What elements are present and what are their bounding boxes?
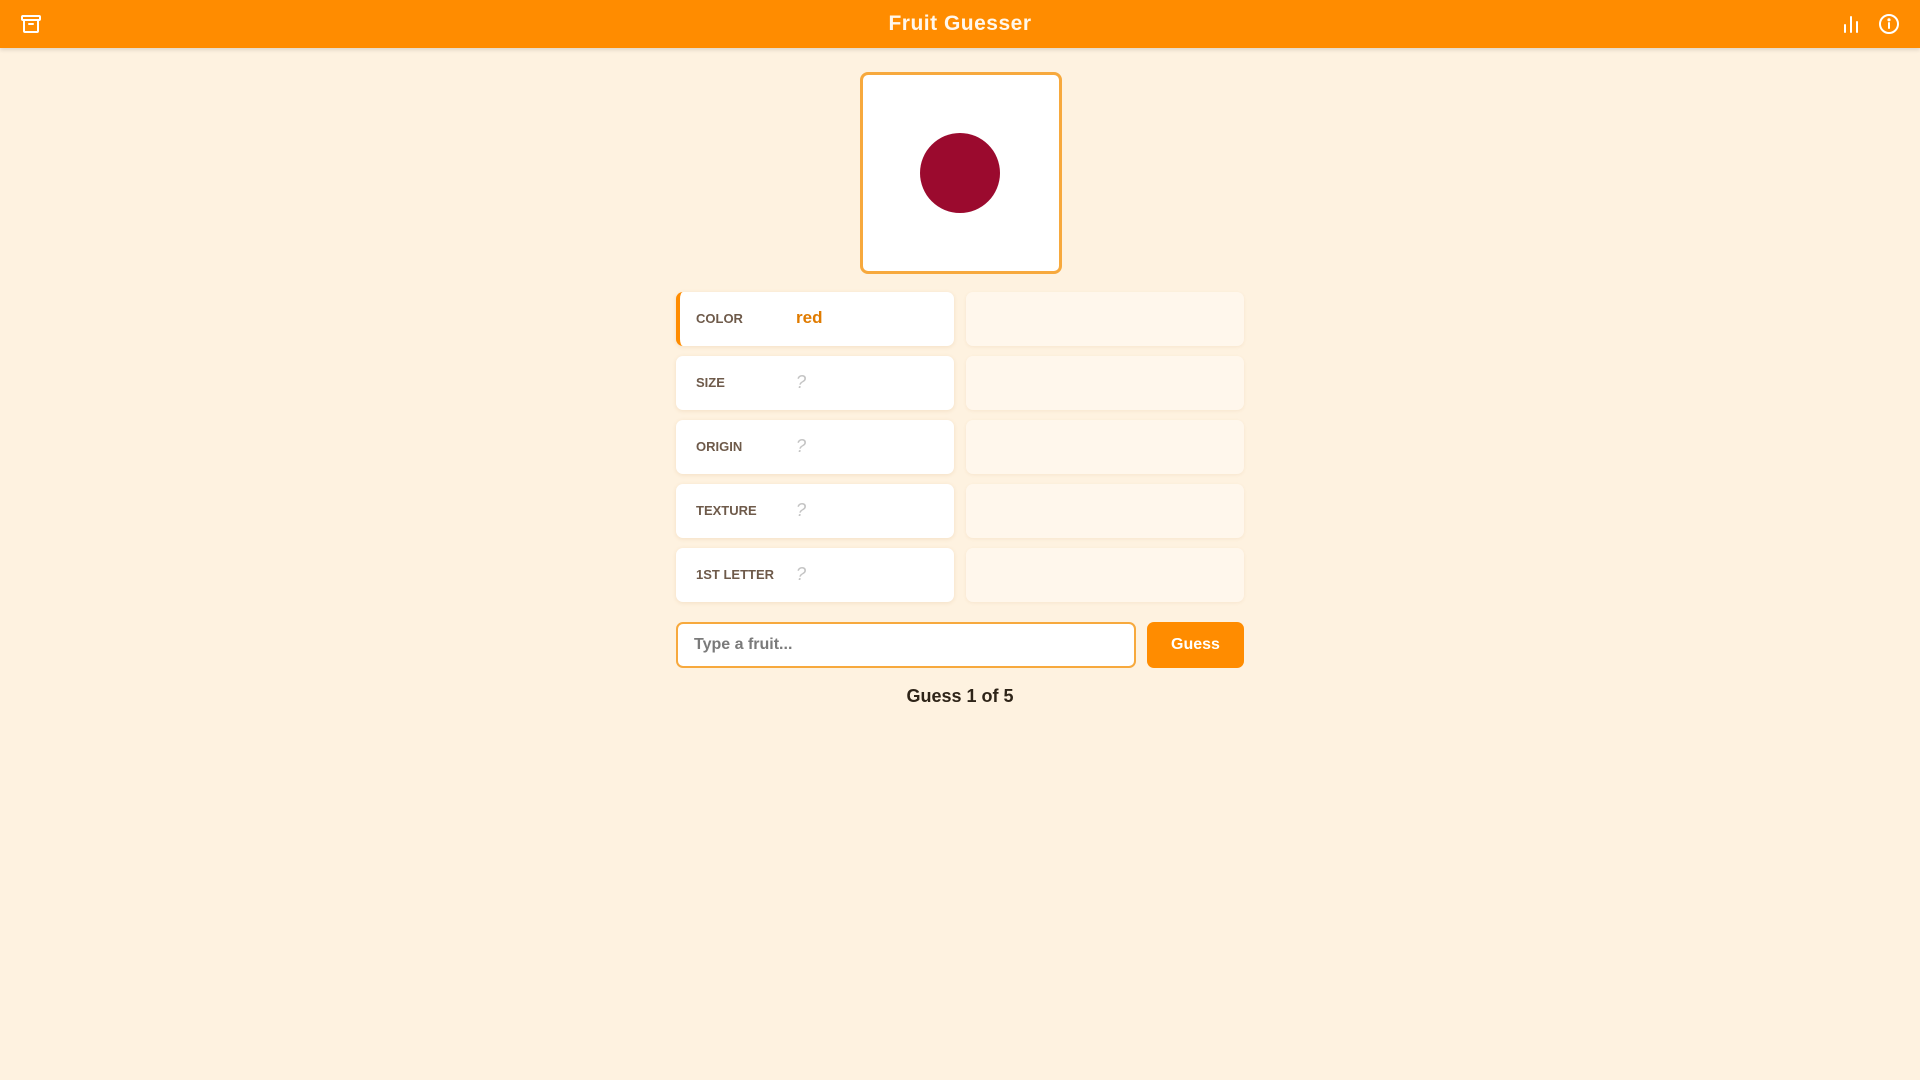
hint-row-color: COLOR red bbox=[676, 292, 954, 346]
info-icon[interactable] bbox=[1877, 12, 1901, 36]
hint-label: ORIGIN bbox=[696, 439, 743, 454]
hint-label: COLOR bbox=[696, 311, 743, 326]
bar-chart-icon[interactable] bbox=[1839, 12, 1863, 36]
hint-label: SIZE bbox=[696, 375, 725, 390]
top-bar: Fruit Guesser bbox=[0, 0, 1920, 48]
fruit-color-swatch bbox=[920, 133, 1000, 213]
guess-slot bbox=[966, 356, 1244, 410]
guess-slot bbox=[966, 484, 1244, 538]
hint-value: ? bbox=[796, 564, 807, 584]
hint-label: TEXTURE bbox=[696, 503, 757, 518]
guess-slot bbox=[966, 292, 1244, 346]
hint-row-first-letter: 1ST LETTER ? bbox=[676, 548, 954, 602]
guess-slot bbox=[966, 420, 1244, 474]
hint-label: 1ST LETTER bbox=[696, 567, 775, 582]
app-title: Fruit Guesser bbox=[888, 12, 1032, 35]
hint-value: ? bbox=[796, 436, 807, 456]
hint-value: ? bbox=[796, 372, 807, 392]
guess-slot bbox=[966, 548, 1244, 602]
fruit-guess-input[interactable] bbox=[676, 622, 1136, 668]
guess-counter: Guess 1 of 5 bbox=[906, 686, 1014, 706]
guess-button[interactable]: Guess bbox=[1147, 622, 1244, 668]
hint-row-size: SIZE ? bbox=[676, 356, 954, 410]
hint-row-texture: TEXTURE ? bbox=[676, 484, 954, 538]
hint-value: red bbox=[796, 308, 823, 327]
fruit-preview-card bbox=[860, 72, 1062, 274]
hint-value: ? bbox=[796, 500, 807, 520]
hint-row-origin: ORIGIN ? bbox=[676, 420, 954, 474]
